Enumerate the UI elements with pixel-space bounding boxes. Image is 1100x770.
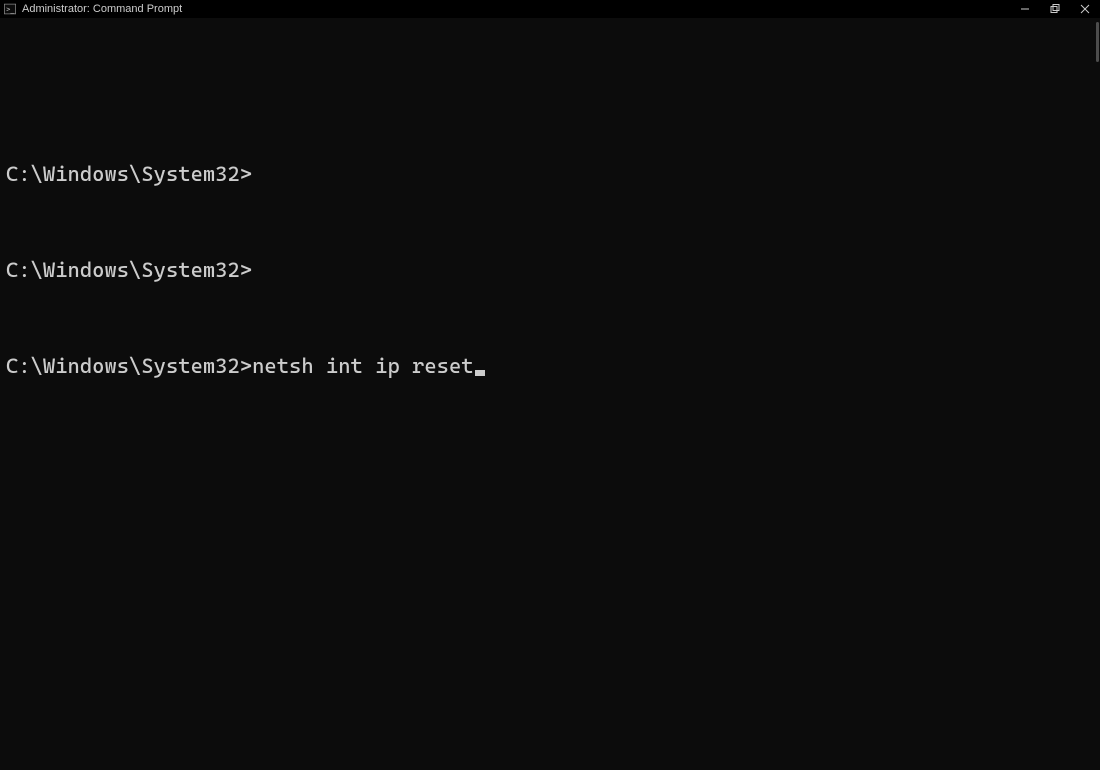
prompt-text: C:\Windows\System32> xyxy=(6,162,252,186)
terminal-area[interactable]: C:\Windows\System32> C:\Windows\System32… xyxy=(0,18,1100,770)
prompt-text: C:\Windows\System32> xyxy=(6,354,252,378)
scrollbar-thumb[interactable] xyxy=(1096,22,1099,62)
cmd-icon: >_ xyxy=(4,3,16,15)
maximize-button[interactable] xyxy=(1040,0,1070,18)
text-cursor xyxy=(475,370,485,376)
command-prompt-window: >_ Administrator: Command Prompt xyxy=(0,0,1100,770)
window-controls xyxy=(1010,0,1100,18)
input-text: netsh int ip reset xyxy=(252,354,473,378)
close-button[interactable] xyxy=(1070,0,1100,18)
prompt-text: C:\Windows\System32> xyxy=(6,258,252,282)
window-title: Administrator: Command Prompt xyxy=(22,0,182,18)
terminal-line: C:\Windows\System32> xyxy=(6,254,1096,286)
minimize-button[interactable] xyxy=(1010,0,1040,18)
svg-text:>_: >_ xyxy=(6,5,15,13)
terminal-line: C:\Windows\System32>netsh int ip reset xyxy=(6,350,1096,382)
terminal-line: C:\Windows\System32> xyxy=(6,158,1096,190)
titlebar[interactable]: >_ Administrator: Command Prompt xyxy=(0,0,1100,18)
terminal-output: C:\Windows\System32> C:\Windows\System32… xyxy=(6,94,1096,446)
